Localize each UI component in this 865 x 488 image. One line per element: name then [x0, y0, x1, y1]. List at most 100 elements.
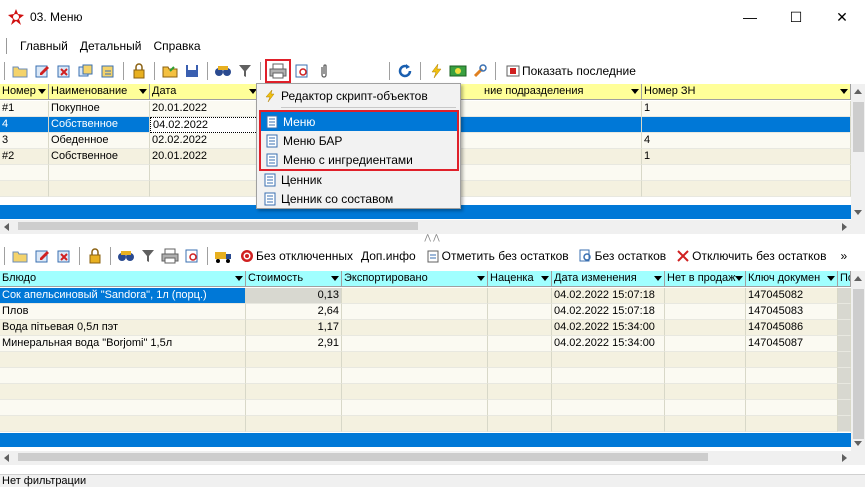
grid-footer — [0, 433, 851, 447]
x-icon — [674, 245, 692, 267]
table-row-selected[interactable]: Сок апельсиновый "Sandora", 1л (порц.) 0… — [0, 288, 851, 304]
tools-icon[interactable] — [469, 60, 491, 82]
menu-item-price-tag[interactable]: Ценник — [259, 170, 458, 189]
refresh-icon[interactable] — [394, 60, 416, 82]
extra-info-button[interactable]: Доп.инфо — [357, 245, 420, 267]
cell-nosale — [665, 320, 746, 336]
col-header-dish[interactable]: Блюдо — [0, 271, 246, 287]
toolbar-bottom: Без отключенных Доп.инфо Отметить без ос… — [0, 243, 865, 269]
truck-icon[interactable] — [212, 245, 234, 267]
no-stock-button[interactable]: Без остатков — [573, 245, 671, 267]
table-row[interactable]: Минеральная вода "Borjomi" 1,5л 2,91 04.… — [0, 336, 851, 352]
mark-no-stock-button[interactable]: Отметить без остатков — [420, 245, 573, 267]
menu-main[interactable]: Главный — [14, 39, 74, 53]
filter-icon[interactable] — [137, 245, 159, 267]
save-icon[interactable] — [181, 60, 203, 82]
menu-item-price-tag-composition[interactable]: Ценник со составом — [259, 189, 458, 208]
chevron-down-icon — [477, 276, 485, 281]
cell-nosale — [665, 304, 746, 320]
minimize-button[interactable]: — — [727, 0, 773, 34]
copy-icon[interactable] — [75, 60, 97, 82]
cell-changed: 04.02.2022 15:07:18 — [552, 288, 665, 304]
status-bar: Нет фильтрации — [0, 474, 865, 487]
delete-icon[interactable] — [53, 245, 75, 267]
edit-icon[interactable] — [31, 60, 53, 82]
open-folder-icon[interactable] — [9, 245, 31, 267]
col-header-markup[interactable]: Наценка — [488, 271, 552, 287]
cell-date: 02.02.2022 — [150, 133, 260, 149]
lock-icon[interactable] — [128, 60, 150, 82]
no-stock-label: Без остатков — [594, 249, 667, 263]
toolbar-top: Показать последние — [0, 58, 865, 84]
overflow-icon: » — [840, 249, 848, 263]
preview-icon[interactable] — [291, 60, 313, 82]
lightning-icon — [259, 89, 281, 103]
splitter-handle[interactable]: ⋀ ⋀ — [420, 234, 444, 242]
lightning-icon[interactable] — [425, 60, 447, 82]
cell-changed: 04.02.2022 15:34:00 — [552, 336, 665, 352]
open-file-icon[interactable] — [159, 60, 181, 82]
scroll-up-icon — [854, 89, 862, 94]
attach-icon[interactable] — [313, 60, 335, 82]
cell-name: Собственное — [49, 149, 150, 165]
cell-markup — [488, 304, 552, 320]
filter-icon[interactable] — [234, 60, 256, 82]
cell-number: #2 — [0, 149, 49, 165]
chevron-down-icon — [38, 89, 46, 94]
grid-vertical-scrollbar[interactable] — [851, 84, 865, 220]
empty-row — [0, 400, 851, 416]
cell-number: 4 — [0, 117, 49, 133]
col-header-extra[interactable]: По — [838, 271, 851, 287]
note-icon[interactable] — [97, 60, 119, 82]
cell-exported — [342, 288, 488, 304]
cell-nosale — [665, 336, 746, 352]
show-recent-label: Показать последние — [522, 64, 636, 78]
printer-icon[interactable] — [159, 245, 181, 267]
toolbar-separator — [420, 62, 421, 80]
no-disabled-button[interactable]: Без отключенных — [234, 245, 357, 267]
disable-no-stock-button[interactable]: Отключить без остатков — [670, 245, 830, 267]
binoculars-icon[interactable] — [115, 245, 137, 267]
cell-zn: 1 — [642, 149, 851, 165]
document-icon — [261, 115, 283, 129]
col-header-key[interactable]: Ключ докумен — [746, 271, 838, 287]
edit-icon[interactable] — [31, 245, 53, 267]
close-button[interactable]: ✕ — [819, 0, 865, 34]
col-header-cost[interactable]: Стоимость — [246, 271, 342, 287]
cell-key: 147045086 — [746, 320, 838, 336]
col-header-name[interactable]: Наименование — [49, 84, 150, 100]
chevron-down-icon — [541, 276, 549, 281]
grid-vertical-scrollbar[interactable] — [851, 271, 865, 451]
empty-row — [0, 416, 851, 432]
target-icon — [238, 245, 256, 267]
maximize-button[interactable]: ☐ — [773, 0, 819, 34]
menu-item-menu-ingredients[interactable]: Меню с ингредиентами — [261, 150, 457, 169]
toolbar-overflow-button[interactable]: » — [830, 245, 851, 267]
delete-icon[interactable] — [53, 60, 75, 82]
col-header-number[interactable]: Номер — [0, 84, 49, 100]
empty-row — [0, 384, 851, 400]
money-icon[interactable] — [447, 60, 469, 82]
col-header-zn[interactable]: Номер ЗН — [642, 84, 851, 100]
grid-horizontal-scrollbar[interactable] — [0, 451, 865, 465]
table-row[interactable]: Плов 2,64 04.02.2022 15:07:18 147045083 — [0, 304, 851, 320]
menu-item-script-editor[interactable]: Редактор скрипт-объектов — [259, 86, 458, 105]
show-recent-button[interactable]: Показать последние — [500, 60, 640, 82]
cell-zn: 1 — [642, 101, 851, 117]
lock-icon[interactable] — [84, 245, 106, 267]
open-folder-icon[interactable] — [9, 60, 31, 82]
col-header-exported[interactable]: Экспортировано — [342, 271, 488, 287]
cell-cost: 2,91 — [246, 336, 342, 352]
menu-help[interactable]: Справка — [148, 39, 207, 53]
col-header-nosale[interactable]: Нет в продаж — [665, 271, 746, 287]
col-header-changed[interactable]: Дата изменения — [552, 271, 665, 287]
menu-item-menu-bar[interactable]: Меню БАР — [261, 131, 457, 150]
menu-detail[interactable]: Детальный — [74, 39, 148, 53]
binoculars-icon[interactable] — [212, 60, 234, 82]
col-header-date[interactable]: Дата — [150, 84, 260, 100]
table-row[interactable]: Вода пітьевая 0,5л пэт 1,17 04.02.2022 1… — [0, 320, 851, 336]
menu-item-menu[interactable]: Меню — [261, 112, 457, 131]
preview-icon[interactable] — [181, 245, 203, 267]
print-dropdown-button[interactable] — [265, 59, 291, 83]
grid-horizontal-scrollbar[interactable] — [0, 220, 865, 234]
